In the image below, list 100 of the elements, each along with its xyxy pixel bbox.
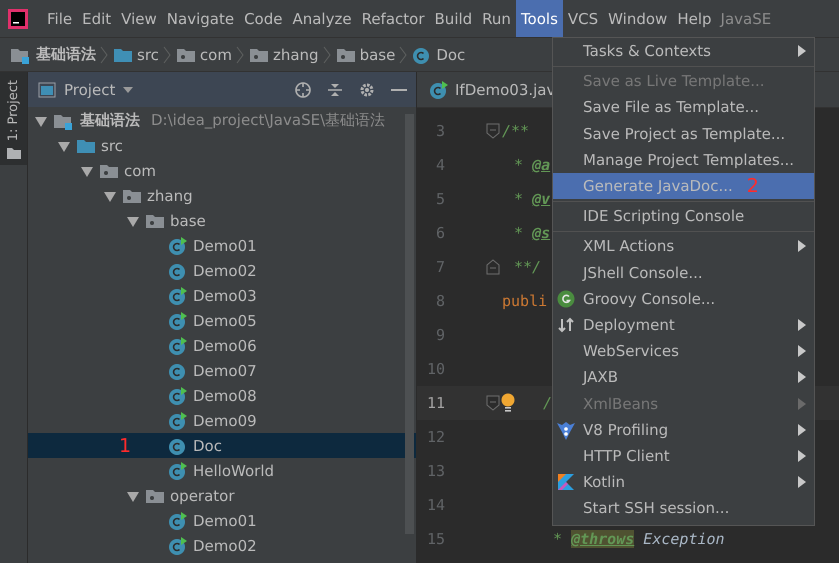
menu-item[interactable]: V8 Profiling <box>553 416 814 443</box>
kotlin-icon <box>557 473 575 491</box>
annotation-number: 2 <box>746 175 759 198</box>
menu-item[interactable]: Deployment <box>553 312 814 338</box>
chevron-icon <box>236 46 245 64</box>
tree-item[interactable]: Demo01 <box>28 508 416 533</box>
line-number: 8 <box>434 292 445 310</box>
line-number: 7 <box>434 258 445 276</box>
tree-item[interactable]: base <box>28 208 416 233</box>
chevron-icon <box>399 46 408 64</box>
menu-item[interactable]: Manage Project Templates... <box>553 146 814 173</box>
source-folder-icon <box>113 46 133 62</box>
package-folder-icon <box>145 488 165 504</box>
tree-item[interactable]: operator <box>28 483 416 508</box>
breadcrumb-item[interactable]: base <box>336 46 396 64</box>
menu-item[interactable]: Refactor <box>356 0 430 37</box>
panel-icon <box>38 82 56 98</box>
chevron-icon <box>100 46 109 64</box>
menu-item[interactable]: JAXB <box>553 364 814 390</box>
tree-item[interactable]: com <box>28 158 416 183</box>
code-line: * @v <box>514 190 550 208</box>
menu-item[interactable]: File <box>42 0 78 37</box>
package-folder-icon <box>145 212 165 228</box>
menu-item[interactable]: Help <box>672 0 717 37</box>
tree-item[interactable]: Demo02 <box>28 533 416 558</box>
source-folder-icon <box>76 138 96 154</box>
tree-item[interactable]: Demo01 <box>28 233 416 258</box>
menu-item[interactable]: IDE Scripting Console <box>553 203 814 230</box>
tree-item[interactable]: Demo02 <box>28 258 416 283</box>
menu-item[interactable]: View <box>116 0 162 37</box>
tree-item[interactable]: Demo05 <box>28 308 416 333</box>
code-line: **/ <box>514 258 542 276</box>
package-folder-icon <box>122 188 142 204</box>
breadcrumb-item[interactable]: src <box>113 46 159 64</box>
line-number: 10 <box>426 360 445 378</box>
package-folder-icon <box>336 46 356 62</box>
tree-item[interactable]: Demo08 <box>28 383 416 408</box>
line-number: 4 <box>434 156 445 174</box>
package-folder-icon <box>248 46 269 62</box>
code-line: publi <box>502 292 548 310</box>
menu-item[interactable]: Build <box>430 0 478 37</box>
breadcrumb-item[interactable]: 基础语法 <box>10 45 96 64</box>
tree-item[interactable]: Demo07 <box>28 358 416 383</box>
breadcrumb-item[interactable]: com <box>176 46 232 64</box>
tree-item[interactable]: Demo09 <box>28 408 416 433</box>
menu-item[interactable]: XML Actions <box>553 233 814 260</box>
line-number: 14 <box>426 496 445 514</box>
breadcrumb-item[interactable]: Doc <box>412 44 466 64</box>
up-down-arrows-icon <box>557 316 575 334</box>
code-line: / <box>543 394 552 412</box>
line-number: 6 <box>434 224 445 242</box>
project-tool-tab-label: 1: Project <box>6 80 21 142</box>
code-line: * @s <box>514 224 550 242</box>
scrollbar[interactable] <box>405 114 414 534</box>
package-folder-icon <box>176 46 196 62</box>
menu-item[interactable]: Analyze <box>287 0 357 37</box>
runnable-class-icon <box>429 80 449 100</box>
folder-icon <box>6 147 20 160</box>
menu-item[interactable]: Window <box>603 0 672 37</box>
chevron-icon <box>322 46 332 64</box>
tree-item[interactable]: src <box>28 133 416 158</box>
menu-item[interactable]: VCS <box>562 0 604 37</box>
menu-item[interactable]: Kotlin <box>553 469 814 496</box>
line-number: 15 <box>426 530 445 548</box>
menu-item[interactable]: Run <box>477 0 516 37</box>
lightbulb-icon[interactable] <box>500 393 516 413</box>
tree-item[interactable]: HelloWorld <box>28 458 416 483</box>
menu-item[interactable]: Save Project as Template... <box>553 120 814 147</box>
menu-item[interactable]: WebServices <box>553 338 814 364</box>
code-line: * @a <box>514 156 550 174</box>
menu-item[interactable]: Groovy Console... <box>553 286 814 312</box>
chevron-icon <box>162 46 172 64</box>
menu-item[interactable]: Tools <box>516 0 563 37</box>
caret-icon <box>123 86 134 92</box>
menu-item[interactable]: Code <box>239 0 288 37</box>
project-title: JavaSE <box>720 10 772 28</box>
fold-icon[interactable] <box>486 259 500 275</box>
tree-item[interactable]: Demo06 <box>28 333 416 358</box>
project-tool-tab[interactable]: 1: Project <box>0 72 27 166</box>
app-logo-icon <box>8 8 28 28</box>
line-number: 12 <box>426 428 445 446</box>
menu-item[interactable]: Start SSH session... <box>553 495 814 522</box>
menu-item[interactable]: Tasks & Contexts <box>553 38 814 64</box>
fold-icon[interactable] <box>486 123 500 139</box>
project-view-dropdown[interactable]: Project <box>38 80 134 98</box>
code-line: * @throws Exception <box>553 530 725 548</box>
menu-item[interactable]: Edit <box>77 0 116 37</box>
menu-item[interactable]: Navigate <box>162 0 240 37</box>
menu-item[interactable]: Save File as Template... <box>553 94 814 121</box>
menu-item[interactable]: HTTP Client <box>553 442 814 469</box>
settings-icon[interactable] <box>358 80 376 98</box>
tree-item[interactable]: Demo03 <box>28 283 416 308</box>
tree-item[interactable]: 1 Doc <box>28 433 416 458</box>
line-number: 11 <box>426 394 445 412</box>
locate-icon[interactable] <box>294 80 312 98</box>
breadcrumb-item[interactable]: zhang <box>248 46 319 64</box>
tree-item[interactable]: zhang <box>28 183 416 208</box>
menu-item[interactable]: JShell Console... <box>553 260 814 286</box>
package-folder-icon <box>99 162 119 178</box>
tree-item[interactable]: 基础语法 D:\idea_project\JavaSE\基础语法 <box>28 108 416 133</box>
